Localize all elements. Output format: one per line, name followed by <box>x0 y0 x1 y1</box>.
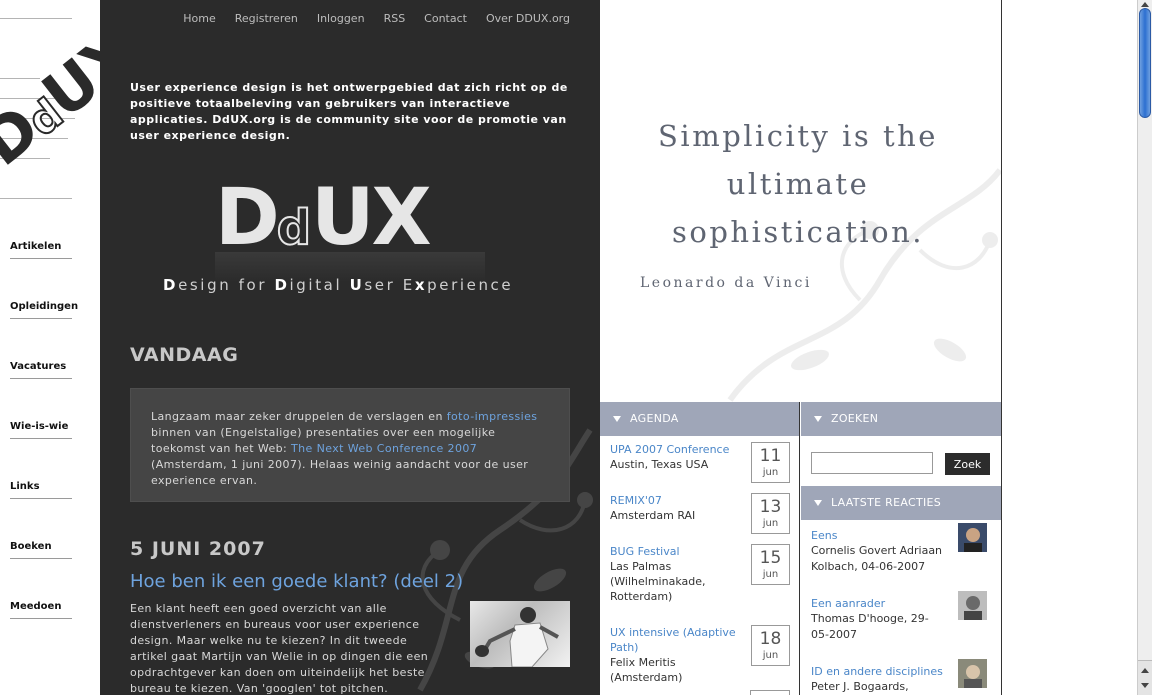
agenda-item-title[interactable]: UPA 2007 Conference <box>610 442 740 457</box>
nav-link-meedoen[interactable]: Meedoen <box>10 601 61 612</box>
agenda-item-location: Felix Meritis (Amsterdam) <box>610 656 683 684</box>
scroll-up-arrow-icon <box>1141 668 1149 673</box>
comment-author: Cornelis Govert Adriaan Kolbach, 04-06-2… <box>811 544 943 573</box>
agenda-item-title[interactable]: REMIX'07 <box>610 493 740 508</box>
topnav-registreren[interactable]: Registreren <box>235 12 298 25</box>
nav-link-wie-is-wie[interactable]: Wie-is-wie <box>10 421 68 432</box>
agenda-item-title[interactable]: BUG Festival <box>610 544 740 559</box>
next-web-conference-link[interactable]: The Next Web Conference 2007 <box>291 442 477 455</box>
agenda-header[interactable]: AGENDA <box>600 402 799 436</box>
ddux-logo[interactable]: DdUX <box>215 178 485 258</box>
nav-link-links[interactable]: Links <box>10 481 40 492</box>
triangle-down-icon <box>613 416 621 422</box>
today-news-box: Langzaam maar zeker druppelen de verslag… <box>130 388 570 502</box>
right-sidebar: ZOEKEN Zoek LAATSTE REACTIES Eens Cornel… <box>801 402 1002 695</box>
top-navigation: Home Registreren Inloggen RSS Contact Ov… <box>164 12 570 25</box>
nav-item-opleidingen[interactable]: Opleidingen <box>10 301 78 319</box>
nav-item-vacatures[interactable]: Vacatures <box>10 361 72 379</box>
nav-link-artikelen[interactable]: Artikelen <box>10 241 61 252</box>
agenda-date-box: 13 jun <box>751 493 790 534</box>
vertical-scrollbar[interactable] <box>1137 0 1152 695</box>
nav-link-boeken[interactable]: Boeken <box>10 541 52 552</box>
avatar[interactable] <box>958 523 987 552</box>
agenda-date-box: 15 jun <box>751 544 790 585</box>
nav-item-meedoen[interactable]: Meedoen <box>10 601 72 619</box>
reacties-header[interactable]: LAATSTE REACTIES <box>801 486 1001 520</box>
topnav-home[interactable]: Home <box>183 12 215 25</box>
main-content: Home Registreren Inloggen RSS Contact Ov… <box>100 0 600 695</box>
post-thumbnail[interactable] <box>470 601 570 667</box>
avatar[interactable] <box>958 591 987 620</box>
agenda-item: UPA 2007 Conference Austin, Texas USA 11… <box>610 442 790 483</box>
post-body: Een klant heeft een goed overzicht van a… <box>130 602 429 695</box>
foto-impressies-link[interactable]: foto-impressies <box>447 410 538 423</box>
scroll-down-controls[interactable] <box>1138 660 1152 695</box>
agenda-item: UX intensive (Adaptive Path) Felix Merit… <box>610 625 790 685</box>
agenda-panel: AGENDA UPA 2007 Conference Austin, Texas… <box>600 402 800 695</box>
agenda-item-location: Amsterdam RAI <box>610 509 696 522</box>
comment-item: ID en andere disciplines Peter J. Bogaar… <box>811 659 991 695</box>
intro-text: User experience design is het ontwerpgeb… <box>130 81 568 142</box>
side-navigation: DdUX Artikelen Opleidingen Vacatures Wie… <box>0 0 100 695</box>
topnav-contact[interactable]: Contact <box>424 12 467 25</box>
vandaag-heading: VANDAAG <box>130 344 239 366</box>
scroll-down-arrow-icon <box>1141 683 1149 688</box>
triangle-down-icon <box>814 416 822 422</box>
agenda-item-location: Austin, Texas USA <box>610 458 709 471</box>
topnav-rss[interactable]: RSS <box>384 12 406 25</box>
search-button[interactable]: Zoek <box>945 453 990 475</box>
comment-author: Peter J. Bogaards, <box>811 680 909 693</box>
nav-item-boeken[interactable]: Boeken <box>10 541 72 559</box>
nav-link-vacatures[interactable]: Vacatures <box>10 361 66 372</box>
post-date: 5 JUNI 2007 <box>130 538 266 560</box>
triangle-down-icon <box>814 500 822 506</box>
post-title-link[interactable]: Hoe ben ik een goede klant? (deel 2) <box>130 571 463 592</box>
search-input[interactable] <box>811 452 933 474</box>
scrollbar-thumb[interactable] <box>1139 8 1151 118</box>
nav-item-wie-is-wie[interactable]: Wie-is-wie <box>10 421 72 439</box>
zoeken-header[interactable]: ZOEKEN <box>801 402 1001 436</box>
comment-item: Een aanrader Thomas D'hooge, 29-05-2007 <box>811 591 991 643</box>
quote-text: Simplicity is the ultimate sophisticatio… <box>658 119 938 249</box>
agenda-date-box: 18 jun <box>751 625 790 666</box>
avatar[interactable] <box>958 659 987 688</box>
agenda-date-box: 11 jun <box>751 442 790 483</box>
agenda-item: REMIX'07 Amsterdam RAI 13 jun <box>610 493 790 534</box>
comment-author: Thomas D'hooge, 29-05-2007 <box>811 612 929 641</box>
agenda-item-title[interactable]: UX intensive (Adaptive Path) <box>610 625 740 655</box>
nav-link-opleidingen[interactable]: Opleidingen <box>10 301 78 312</box>
agenda-next-box-edge <box>750 690 790 695</box>
nav-item-links[interactable]: Links <box>10 481 72 499</box>
quote-panel: Simplicity is the ultimate sophisticatio… <box>600 0 1002 402</box>
topnav-inloggen[interactable]: Inloggen <box>317 12 365 25</box>
logo-tagline: Design for Digital User Experience <box>163 276 514 294</box>
comment-item: Eens Cornelis Govert Adriaan Kolbach, 04… <box>811 523 991 575</box>
browser-page: DdUX Artikelen Opleidingen Vacatures Wie… <box>0 0 1152 695</box>
quote-author: Leonardo da Vinci <box>640 275 812 291</box>
nav-item-artikelen[interactable]: Artikelen <box>10 241 72 259</box>
agenda-item-location: Las Palmas (Wilhelminakade, Rotterdam) <box>610 560 706 603</box>
agenda-item: BUG Festival Las Palmas (Wilhelminakade,… <box>610 544 790 604</box>
topnav-over[interactable]: Over DDUX.org <box>486 12 570 25</box>
